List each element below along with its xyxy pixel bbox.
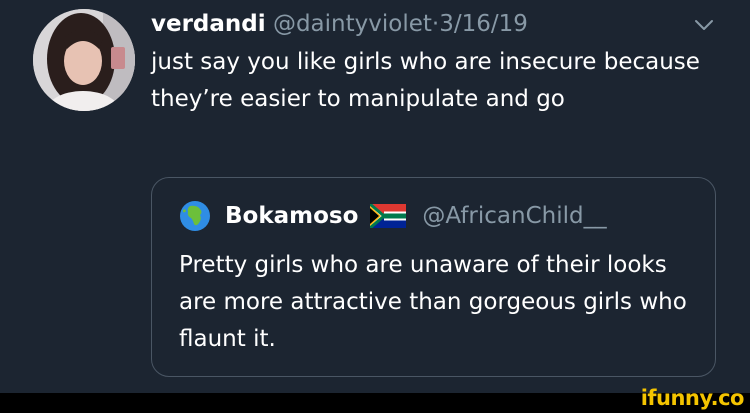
tweet-text: just say you like girls who are insecure…	[151, 49, 700, 112]
south-africa-flag-icon	[370, 204, 407, 228]
ifunny-watermark: ifunny.co	[640, 386, 745, 410]
chevron-down-icon[interactable]	[694, 18, 714, 32]
quoted-author-name[interactable]: Bokamoso	[225, 198, 358, 234]
quoted-tweet-card[interactable]: Bokamoso @AfricanChild__ Pretty girls wh…	[151, 177, 716, 377]
tweet-header: verdandi @daintyviolet·3/16/19	[151, 8, 528, 40]
tweet-date[interactable]: 3/16/19	[439, 11, 528, 37]
quoted-tweet-header: Bokamoso @AfricanChild__	[179, 198, 607, 234]
author-handle[interactable]: @daintyviolet	[273, 11, 432, 37]
quoted-author-handle[interactable]: @AfricanChild__	[422, 198, 606, 234]
quoted-tweet-text: Pretty girls who are unaware of their lo…	[179, 252, 687, 352]
user-avatar-photo	[33, 9, 135, 111]
globe-africa-icon	[180, 201, 210, 231]
avatar[interactable]	[33, 9, 135, 111]
footer-bar	[0, 393, 750, 413]
author-name[interactable]: verdandi	[151, 11, 266, 37]
